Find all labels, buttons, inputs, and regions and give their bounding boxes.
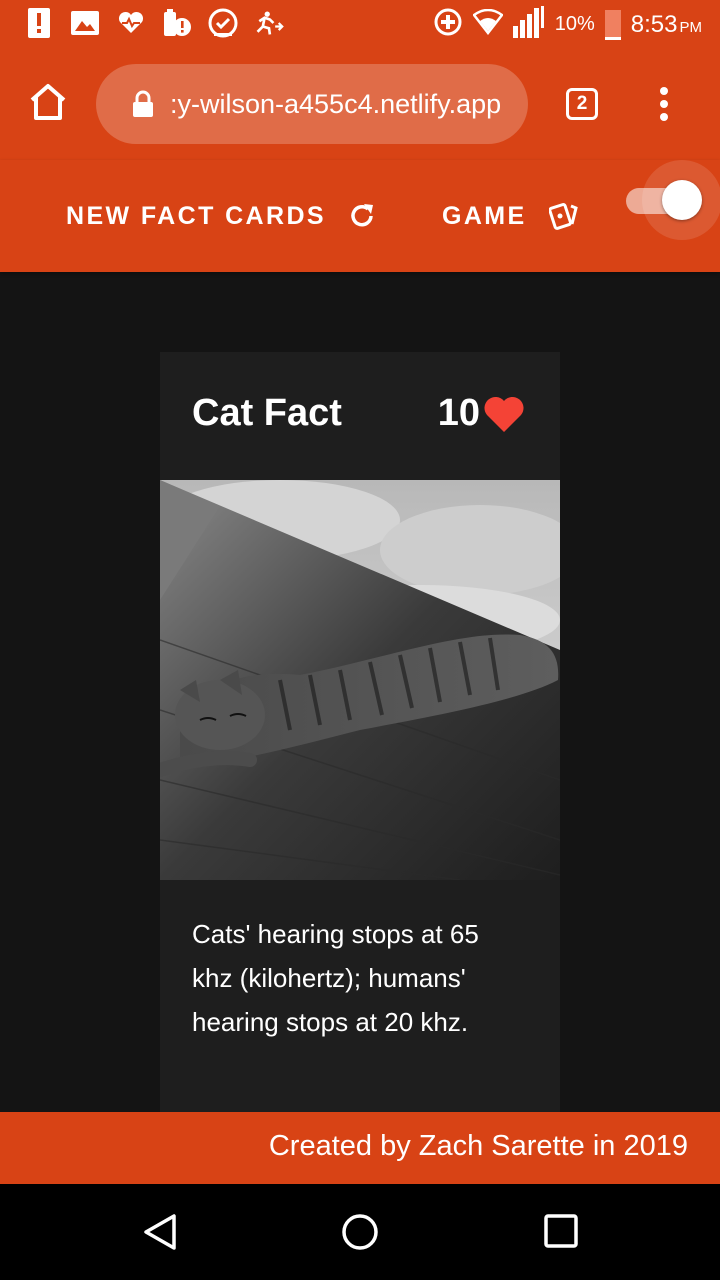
clock-ampm: PM (679, 18, 703, 36)
theme-toggle-knob[interactable] (662, 180, 702, 220)
url-text: ‎:y-wilson-a455c4.netlify.app (170, 88, 502, 119)
fact-text: Cats' hearing stops at 65 khz (kilohertz… (192, 919, 479, 1037)
more-vert-icon (660, 87, 668, 121)
signal-icon (512, 6, 545, 43)
image-icon (70, 8, 100, 38)
heart-icon (484, 396, 524, 432)
like-count: 10 (437, 392, 480, 434)
footer-credit: Created by Zach Sarette in 2019 (268, 1130, 688, 1162)
data-saver-icon (433, 7, 463, 42)
footer: Created by Zach Sarette in 2019 (0, 1112, 720, 1184)
tab-switcher-button[interactable]: 2 (566, 88, 598, 120)
system-nav-bar (0, 1184, 720, 1280)
app-nav: NEW FACT CARDS GAME (0, 160, 720, 272)
status-notifications (24, 8, 284, 38)
home-nav-button[interactable] (340, 1212, 380, 1252)
cat-photo (160, 480, 560, 880)
home-circle-icon (342, 1214, 378, 1250)
battery-percent: 10% (554, 13, 595, 35)
card-title: Cat Fact (192, 392, 342, 434)
battery-alert-icon (162, 8, 192, 38)
like-button[interactable]: 10 (438, 392, 526, 435)
game-button[interactable]: GAME (442, 196, 581, 236)
cards-icon (548, 203, 578, 230)
battery-icon (604, 9, 621, 40)
fact-card: Cat Fact 10 Cats' hearing stops at 65 kh… (160, 352, 560, 1112)
status-system: 10% 8:53 PM (433, 6, 702, 43)
heart-monitor-icon (116, 8, 146, 38)
recents-icon (544, 1214, 578, 1248)
new-fact-cards-label: NEW FACT CARDS (66, 201, 326, 230)
back-button[interactable] (140, 1212, 180, 1252)
lock-icon (133, 90, 153, 117)
more-vert-button[interactable] (656, 86, 672, 122)
address-bar[interactable]: ‎:y-wilson-a455c4.netlify.app (96, 64, 528, 144)
home-icon (30, 84, 66, 120)
alert-icon (24, 8, 54, 38)
new-fact-cards-button[interactable]: NEW FACT CARDS (66, 196, 376, 236)
running-icon (254, 8, 284, 38)
home-button[interactable] (26, 80, 70, 124)
game-label: GAME (442, 201, 527, 230)
check-circle-icon (208, 8, 238, 38)
back-icon (144, 1214, 176, 1250)
status-bar: 10% 8:53 PM (0, 0, 720, 48)
clock: 8:53 PM (631, 11, 702, 39)
recents-button[interactable] (542, 1212, 582, 1252)
clock-time: 8:53 (630, 10, 678, 38)
wifi-icon (471, 8, 504, 40)
browser-toolbar: ‎:y-wilson-a455c4.netlify.app 2 (0, 48, 720, 160)
refresh-icon (351, 204, 373, 227)
